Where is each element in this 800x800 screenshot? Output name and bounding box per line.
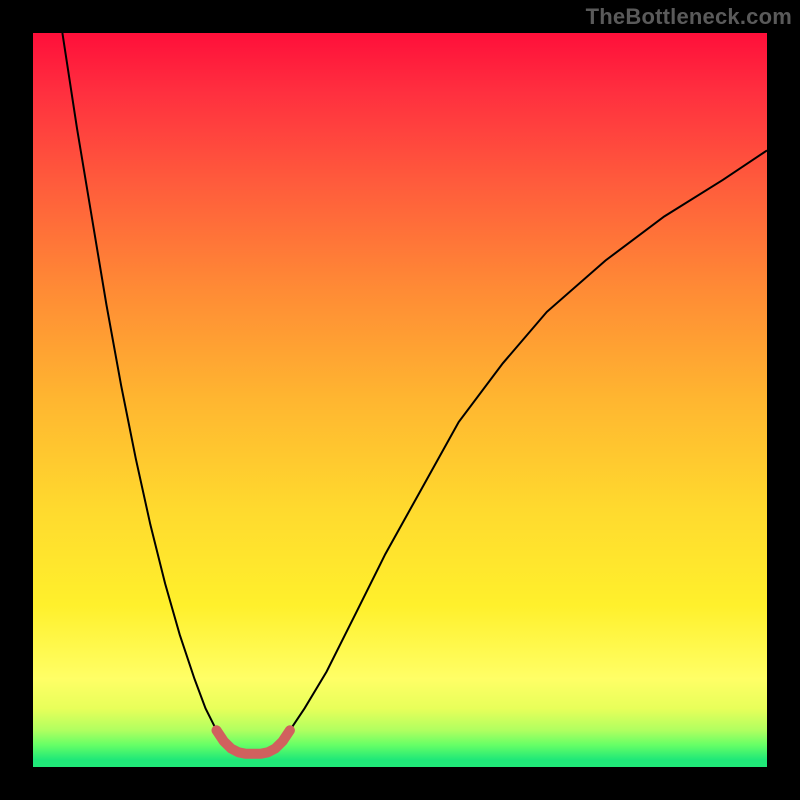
chart-svg	[33, 33, 767, 767]
attribution-label: TheBottleneck.com	[586, 4, 792, 30]
series-curve-right	[275, 150, 767, 748]
series-curve-left	[62, 33, 231, 749]
series-mark	[217, 730, 290, 754]
chart-plot-area	[33, 33, 767, 767]
